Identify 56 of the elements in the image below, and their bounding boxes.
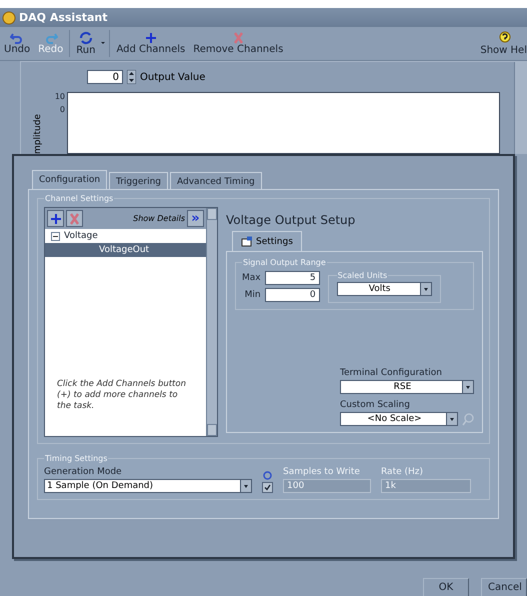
show-details-button[interactable]: » xyxy=(187,210,204,227)
x-icon xyxy=(69,212,80,224)
refresh-icon xyxy=(78,31,93,45)
axis-tick-label: 0 xyxy=(60,105,65,114)
toolbar-button[interactable]: Add Channels xyxy=(112,27,190,60)
settings-tab[interactable]: Settings xyxy=(232,231,302,251)
toolbar-button[interactable]: Run xyxy=(72,27,100,60)
max-label: Max xyxy=(242,273,261,283)
group-label: Timing Settings xyxy=(44,454,108,463)
group-label: Channel Settings xyxy=(44,194,114,203)
dialog-button[interactable]: OK xyxy=(423,578,469,596)
setup-title: Voltage Output Setup xyxy=(226,213,356,227)
help-icon xyxy=(496,31,511,45)
tree-item[interactable]: Voltage xyxy=(45,229,206,243)
group-label: Scaled Units xyxy=(336,271,388,280)
toolbar-button[interactable]: Show Hel xyxy=(476,27,527,60)
toolbar-button[interactable]: Remove Channels xyxy=(189,27,288,60)
tab[interactable]: Advanced Timing xyxy=(170,172,262,189)
spin-arrows-icon[interactable] xyxy=(127,70,136,84)
x-icon xyxy=(232,32,244,44)
axis-label: mplitude xyxy=(33,113,43,154)
scrollbar[interactable] xyxy=(206,208,217,436)
hint-text: Click the Add Channels button (+) to add more channels to the task. xyxy=(56,379,187,412)
settings-icon xyxy=(241,236,253,247)
units-dropdown[interactable]: Volts xyxy=(336,282,432,296)
show-details-label: Show Details xyxy=(133,214,185,223)
output-value-field[interactable]: 0 xyxy=(87,70,123,84)
window-title: DAQ Assistant xyxy=(19,11,108,24)
custom-scaling-dropdown[interactable]: <No Scale> xyxy=(340,412,458,426)
generation-mode-label: Generation Mode xyxy=(44,467,123,477)
tab[interactable]: Triggering xyxy=(109,172,168,189)
terminal-configuration-label: Terminal Configuration xyxy=(340,368,443,378)
redo-icon xyxy=(44,32,58,44)
rate-label: Rate (Hz) xyxy=(381,467,424,477)
tree-item[interactable]: VoltageOut xyxy=(45,243,206,257)
toolbar-button[interactable]: Undo xyxy=(0,27,34,60)
min-label: Min xyxy=(244,290,261,300)
plus-icon xyxy=(144,32,157,44)
channel-list[interactable]: Show Details » Voltage VoltageOut Click the Add Channels button (+) to add more channels to the task. xyxy=(44,207,218,437)
max-field[interactable]: 5 xyxy=(264,271,320,285)
output-value-label: Output Value xyxy=(140,72,206,82)
min-field[interactable]: 0 xyxy=(264,288,320,302)
scrollbar[interactable] xyxy=(514,62,527,154)
checkbox[interactable] xyxy=(262,482,273,493)
group-label: Signal Output Range xyxy=(242,258,327,267)
tab[interactable]: Configuration xyxy=(32,170,108,189)
collapse-icon[interactable] xyxy=(51,232,60,240)
terminal-configuration-dropdown[interactable]: RSE xyxy=(340,380,474,394)
custom-scaling-label: Custom Scaling xyxy=(340,400,411,410)
dialog-button[interactable]: Cancel xyxy=(481,578,527,596)
samples-to-write-label: Samples to Write xyxy=(283,467,361,477)
plus-icon xyxy=(50,212,62,224)
undo-icon xyxy=(10,32,24,44)
axis-tick-label: 10 xyxy=(54,92,65,101)
app-icon xyxy=(2,10,16,24)
generation-mode-dropdown[interactable]: 1 Sample (On Demand) xyxy=(44,479,252,493)
